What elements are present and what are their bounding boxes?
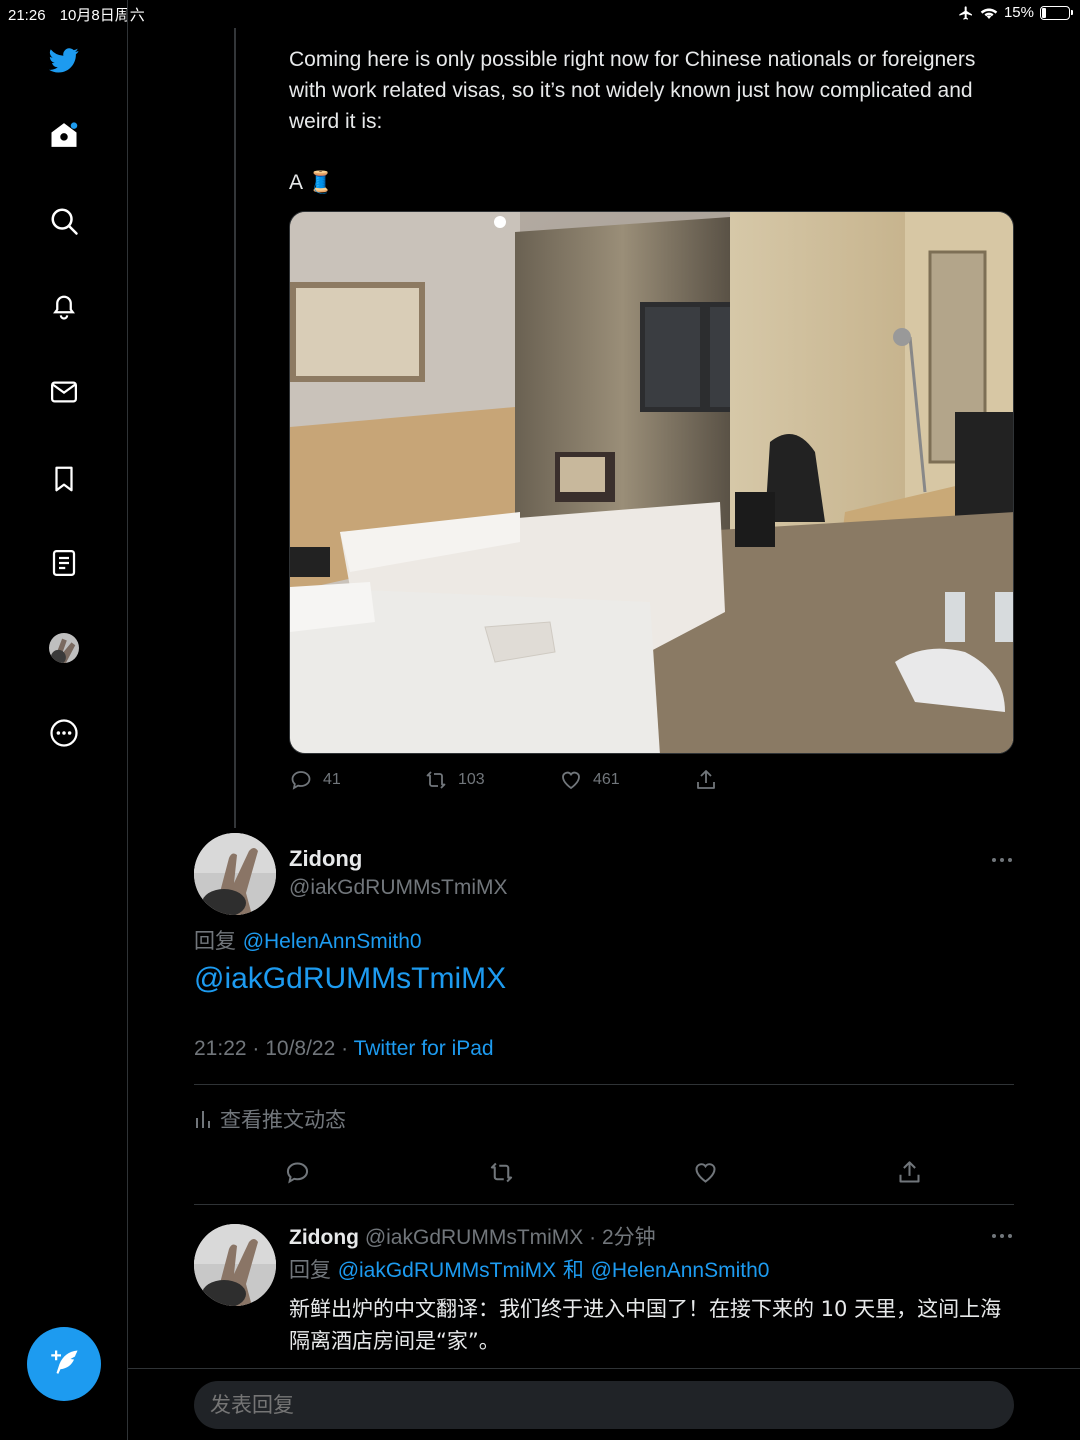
reply-mention-1[interactable]: @iakGdRUMMsTmiMX [338, 1259, 556, 1282]
share-icon [899, 1161, 920, 1183]
author-handle[interactable]: @iakGdRUMMsTmiMX [289, 876, 507, 900]
lists-icon[interactable] [44, 543, 84, 583]
wifi-icon [980, 8, 998, 19]
search-icon[interactable] [44, 201, 84, 241]
more-options-icon[interactable] [44, 713, 84, 753]
airplane-icon [959, 5, 972, 20]
compose-feather-icon [51, 1350, 78, 1374]
retweet-action[interactable]: 103 [424, 768, 559, 792]
tweet-photo-hotel-room[interactable] [289, 211, 1014, 754]
reply-action[interactable]: 41 [289, 768, 424, 792]
reply-input[interactable] [194, 1381, 1014, 1429]
reply-header: Zidong @iakGdRUMMsTmiMX · 2分钟 [289, 1221, 656, 1251]
status-bar: 21:26 10月8日周六 15% [0, 0, 1080, 26]
tweet-source[interactable]: Twitter for iPad [354, 1037, 494, 1060]
reply-icon [286, 1162, 309, 1184]
heart-icon [695, 1163, 716, 1183]
tweet-timestamp-line: 21:22 · 10/8/22 · Twitter for iPad [194, 1037, 494, 1061]
reply-count: 41 [323, 771, 341, 788]
reply-tweet-body: 新鲜出炉的中文翻译：我们终于进入中国了！在接下来的 10 天里，这间上海隔离酒店… [289, 1297, 1002, 1353]
focused-like-action[interactable] [692, 1159, 896, 1186]
replying-to-mention[interactable]: @HelenAnnSmith0 [243, 930, 422, 953]
reply-mention-2[interactable]: @HelenAnnSmith0 [591, 1259, 770, 1282]
tweet-timestamp[interactable]: 21:22 · 10/8/22 · [194, 1037, 354, 1060]
thread-connector-line [234, 28, 236, 828]
reply-author-avatar[interactable] [194, 1224, 276, 1306]
view-tweet-activity[interactable]: 查看推文动态 [194, 1104, 346, 1134]
focused-tweet-actions [284, 1159, 923, 1186]
retweet-icon [490, 1162, 513, 1183]
profile-avatar[interactable] [44, 628, 84, 668]
messages-icon[interactable] [44, 372, 84, 412]
focused-tweet-body[interactable]: @iakGdRUMMsTmiMX [194, 962, 506, 996]
divider [194, 1204, 1014, 1205]
reply-mention-and: 和 [556, 1258, 591, 1282]
bookmarks-icon[interactable] [44, 459, 84, 499]
replying-to-line: 回复 @HelenAnnSmith0 [194, 925, 422, 955]
twitter-logo-icon[interactable] [44, 40, 84, 80]
share-action[interactable] [694, 768, 718, 792]
tweet-more-icon[interactable] [990, 855, 1014, 865]
parent-tweet-body: Coming here is only possible right now f… [289, 48, 976, 133]
like-action[interactable]: 461 [559, 768, 694, 792]
reply-icon [291, 771, 311, 790]
reply-author-handle-time[interactable]: @iakGdRUMMsTmiMX · 2分钟 [365, 1226, 656, 1249]
like-count: 461 [593, 771, 620, 788]
focused-share-action[interactable] [896, 1159, 923, 1186]
notifications-icon[interactable] [44, 286, 84, 326]
retweet-icon [426, 771, 446, 789]
home-icon[interactable] [44, 115, 84, 155]
author-avatar[interactable] [194, 833, 276, 915]
author-name[interactable]: Zidong [289, 846, 362, 872]
parent-tweet-actions: 41 103 461 [289, 768, 718, 792]
replying-to-prefix: 回复 [194, 929, 236, 953]
parent-tweet-thread-marker: A 🧵 [289, 171, 334, 194]
view-tweet-activity-label: 查看推文动态 [220, 1108, 346, 1132]
retweet-count: 103 [458, 771, 485, 788]
reply-replying-to-line: 回复 @iakGdRUMMsTmiMX 和 @HelenAnnSmith0 [289, 1254, 769, 1284]
analytics-icon [196, 1111, 210, 1128]
heart-icon [562, 771, 580, 790]
compose-tweet-button[interactable] [27, 1327, 101, 1401]
parent-tweet-text: Coming here is only possible right now f… [289, 44, 1009, 198]
battery-percent: 15% [1003, 4, 1034, 21]
reply-author-name[interactable]: Zidong [289, 1226, 359, 1249]
divider [194, 1084, 1014, 1085]
battery-icon [1040, 5, 1073, 20]
reply-more-icon[interactable] [990, 1231, 1014, 1241]
focused-reply-action[interactable] [284, 1159, 488, 1186]
sidebar [0, 0, 128, 1440]
share-icon [697, 770, 715, 789]
reply-replying-to-prefix: 回复 [289, 1258, 338, 1282]
focused-retweet-action[interactable] [488, 1159, 692, 1186]
divider [128, 1368, 1080, 1369]
